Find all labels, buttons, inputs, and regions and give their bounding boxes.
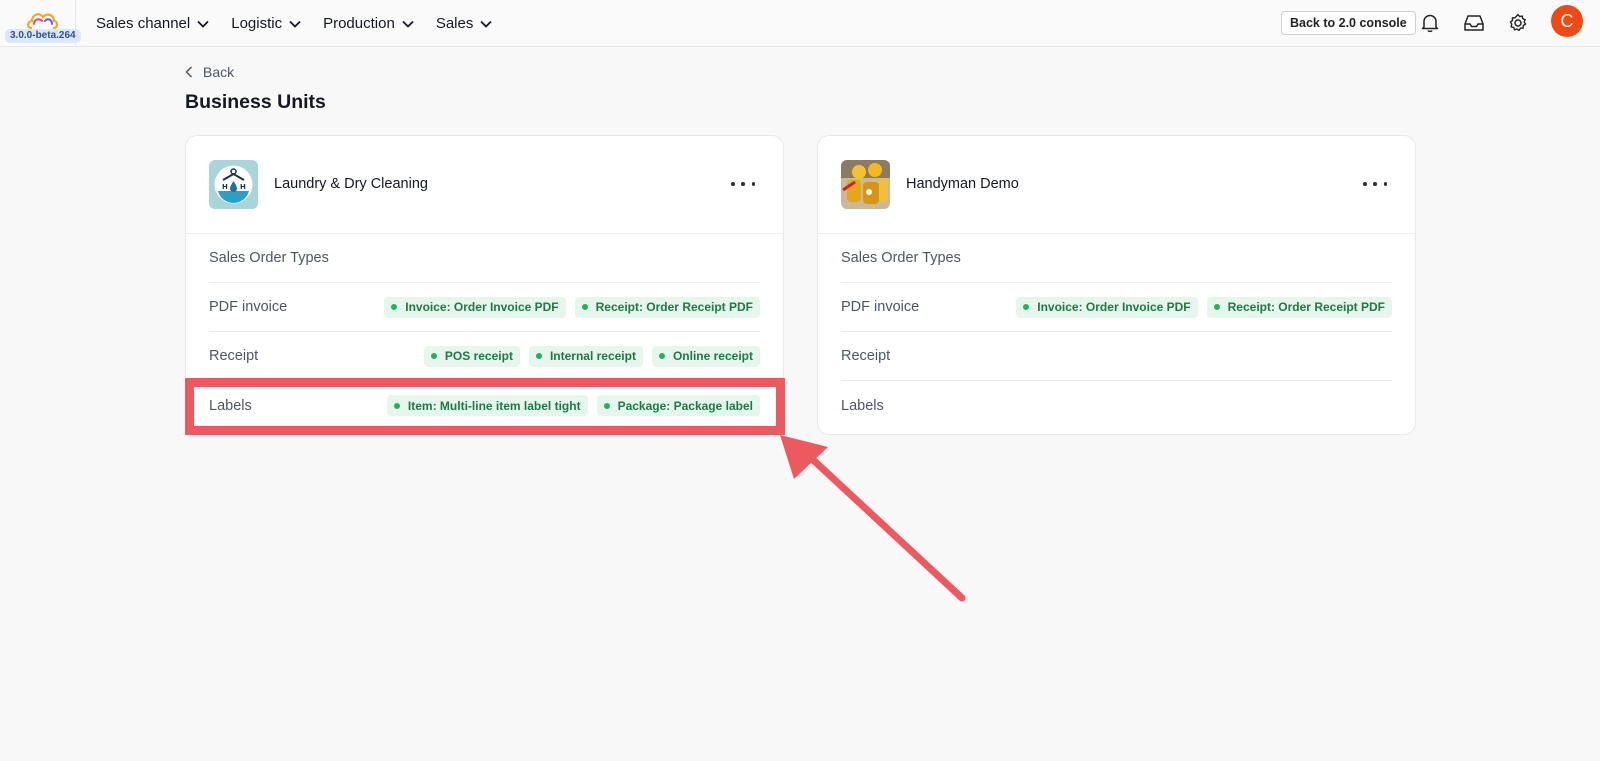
card-header: H H Laundry & Dry Cleaning <box>186 136 783 234</box>
status-tag: Package: Package label <box>596 395 760 416</box>
annotation-arrow-icon <box>780 435 966 602</box>
status-tag: POS receipt <box>423 345 520 367</box>
status-tag: Receipt: Order Receipt PDF <box>574 296 760 318</box>
gear-icon[interactable] <box>1507 12 1529 34</box>
back-link[interactable]: Back <box>185 64 234 80</box>
status-tag: Item: Multi-line item label tight <box>386 395 588 416</box>
tag-list: Item: Multi-line item label tight Packag… <box>378 395 760 416</box>
row-receipt[interactable]: Receipt POS receipt Internal receipt Onl… <box>209 332 760 381</box>
row-labels[interactable]: Labels Item: Multi-line item label tight… <box>209 381 760 430</box>
row-labels[interactable]: Labels <box>841 381 1392 430</box>
back-to-console-button[interactable]: Back to 2.0 console <box>1281 11 1416 35</box>
business-unit-card: H H Laundry & Dry Cleaning Sales Order T… <box>185 135 784 435</box>
bell-icon[interactable] <box>1419 12 1441 34</box>
version-badge: 3.0.0-beta.264 <box>5 29 81 43</box>
row-receipt[interactable]: Receipt <box>841 332 1392 381</box>
card-header: Handyman Demo <box>818 136 1415 234</box>
top-bar: 3.0.0-beta.264 Sales channel Logistic Pr… <box>0 0 1600 47</box>
business-unit-card: Handyman Demo Sales Order Types PDF invo… <box>817 135 1416 435</box>
unit-name: Handyman Demo <box>906 176 1019 192</box>
row-label: PDF invoice <box>209 299 288 315</box>
logo[interactable]: 3.0.0-beta.264 <box>0 0 81 47</box>
row-sales-order-types[interactable]: Sales Order Types <box>841 234 1392 283</box>
chevron-down-icon <box>402 20 414 28</box>
chevron-left-icon <box>185 66 193 78</box>
row-label: Labels <box>841 397 884 414</box>
tag-list: POS receipt Internal receipt Online rece… <box>415 345 760 367</box>
status-tag: Invoice: Order Invoice PDF <box>1016 296 1198 318</box>
row-label: Sales Order Types <box>841 250 961 266</box>
nav-label: Sales <box>435 15 474 32</box>
tag-list: Invoice: Order Invoice PDF Receipt: Orde… <box>375 296 760 318</box>
row-label: Sales Order Types <box>209 250 329 266</box>
unit-name: Laundry & Dry Cleaning <box>274 176 428 192</box>
nav-logistic[interactable]: Logistic <box>231 15 301 32</box>
more-options-icon[interactable] <box>731 174 755 194</box>
row-label: Receipt <box>209 348 259 364</box>
inbox-icon[interactable] <box>1463 12 1485 34</box>
nav-sales[interactable]: Sales <box>436 15 493 32</box>
more-options-icon[interactable] <box>1363 174 1387 194</box>
main-nav: Sales channel Logistic Production Sales <box>96 0 514 47</box>
user-avatar[interactable]: C <box>1551 5 1583 37</box>
row-label: Receipt <box>841 348 891 364</box>
status-tag: Invoice: Order Invoice PDF <box>384 296 566 318</box>
cloud-logo-icon <box>27 13 59 30</box>
chevron-down-icon <box>289 20 301 28</box>
settings-list: Sales Order Types PDF invoice Invoice: O… <box>186 234 783 430</box>
handyman-logo-image <box>841 160 890 209</box>
nav-production[interactable]: Production <box>323 15 414 32</box>
row-label: Labels <box>209 397 252 414</box>
chevron-down-icon <box>197 20 209 28</box>
status-tag: Online receipt <box>651 345 760 367</box>
row-label: PDF invoice <box>841 299 920 315</box>
back-label: Back <box>203 64 235 80</box>
laundry-logo-image: H H <box>209 160 258 209</box>
row-pdf-invoice[interactable]: PDF invoice Invoice: Order Invoice PDF R… <box>841 283 1392 332</box>
status-tag: Receipt: Order Receipt PDF <box>1206 296 1392 318</box>
page-title: Business Units <box>185 91 326 113</box>
nav-label: Sales channel <box>96 15 191 32</box>
row-pdf-invoice[interactable]: PDF invoice Invoice: Order Invoice PDF R… <box>209 283 760 332</box>
svg-text:H: H <box>240 183 246 191</box>
settings-list: Sales Order Types PDF invoice Invoice: O… <box>818 234 1415 430</box>
svg-text:H: H <box>222 183 228 191</box>
tag-list: Invoice: Order Invoice PDF Receipt: Orde… <box>1007 296 1392 318</box>
nav-label: Logistic <box>231 15 283 32</box>
nav-label: Production <box>323 15 395 32</box>
nav-sales-channel[interactable]: Sales channel <box>96 15 209 32</box>
row-sales-order-types[interactable]: Sales Order Types <box>209 234 760 283</box>
status-tag: Internal receipt <box>528 345 643 367</box>
chevron-down-icon <box>480 20 492 28</box>
